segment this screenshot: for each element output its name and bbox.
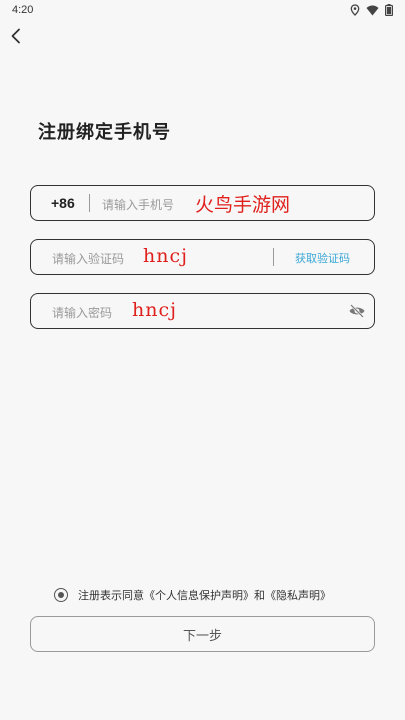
status-time: 4:20 <box>12 4 34 16</box>
next-button[interactable]: 下一步 <box>30 616 375 652</box>
agreement-row: 注册表示同意《个人信息保护声明》和《隐私声明》 <box>54 587 374 603</box>
status-icons <box>350 4 393 16</box>
verification-code-field[interactable]: 请输入验证码 hncj 获取验证码 <box>30 239 375 275</box>
battery-icon <box>385 4 393 16</box>
page-title: 注册绑定手机号 <box>38 122 171 143</box>
phone-placeholder: 请输入手机号 <box>102 198 175 212</box>
code-overlay-text: hncj <box>143 245 189 267</box>
password-field[interactable]: 请输入密码 hncj <box>30 293 375 329</box>
agreement-text[interactable]: 注册表示同意《个人信息保护声明》和《隐私声明》 <box>78 587 331 603</box>
password-overlay-text: hncj <box>132 299 178 321</box>
code-placeholder: 请输入验证码 <box>52 252 125 266</box>
eye-off-icon[interactable] <box>348 303 366 319</box>
phone-overlay-text: 火鸟手游网 <box>195 194 291 216</box>
chevron-left-icon <box>11 28 20 44</box>
back-button[interactable] <box>6 26 26 46</box>
get-code-button[interactable]: 获取验证码 <box>295 250 350 266</box>
divider <box>273 248 274 266</box>
status-bar: 4:20 <box>0 0 405 22</box>
agreement-radio[interactable] <box>54 588 68 602</box>
divider <box>89 194 90 212</box>
wifi-icon <box>366 5 379 16</box>
country-code[interactable]: +86 <box>51 195 75 211</box>
location-icon <box>350 4 360 16</box>
radio-dot <box>58 592 64 598</box>
phone-field[interactable]: +86 请输入手机号 火鸟手游网 <box>30 185 375 221</box>
password-placeholder: 请输入密码 <box>52 306 113 320</box>
